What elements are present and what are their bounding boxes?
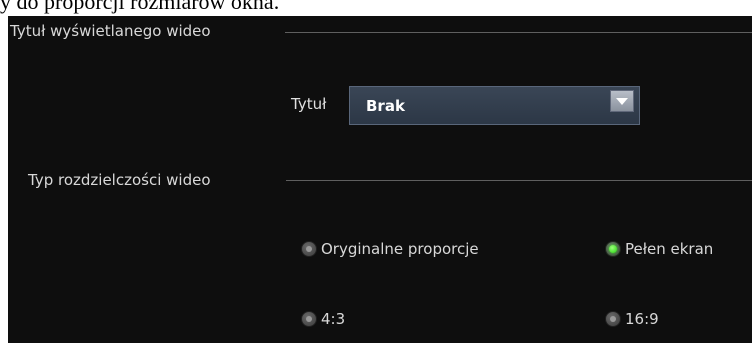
radio-original-proportions[interactable]: Oryginalne proporcje: [301, 240, 479, 258]
radio-16-9[interactable]: 16:9: [605, 310, 659, 328]
radio-label: 4:3: [321, 310, 346, 328]
section-divider: [286, 180, 752, 181]
video-settings-panel: Tytuł wyświetlanego wideo Tytuł Brak Typ…: [8, 16, 752, 343]
radio-label: Pełen ekran: [625, 240, 714, 258]
radio-label: Oryginalne proporcje: [321, 240, 479, 258]
radio-button-icon[interactable]: [301, 311, 317, 327]
radio-button-icon[interactable]: [605, 311, 621, 327]
document-top-strip: y do proporcji rozmiarów okna.: [0, 0, 752, 16]
resolution-section-heading: Typ rozdzielczości wideo: [28, 171, 211, 189]
dropdown-arrow-icon[interactable]: [610, 90, 634, 112]
video-title-section-heading: Tytuł wyświetlanego wideo: [10, 22, 211, 40]
radio-button-selected-icon[interactable]: [605, 241, 621, 257]
title-select-value: Brak: [366, 97, 405, 115]
title-select[interactable]: Brak: [349, 86, 640, 125]
radio-full-screen[interactable]: Pełen ekran: [605, 240, 713, 258]
radio-button-icon[interactable]: [301, 241, 317, 257]
radio-4-3[interactable]: 4:3: [301, 310, 345, 328]
title-field-label: Tytuł: [291, 95, 327, 113]
document-text-fragment: y do proporcji rozmiarów okna.: [0, 0, 280, 14]
radio-label: 16:9: [625, 310, 659, 328]
section-divider: [285, 32, 752, 33]
